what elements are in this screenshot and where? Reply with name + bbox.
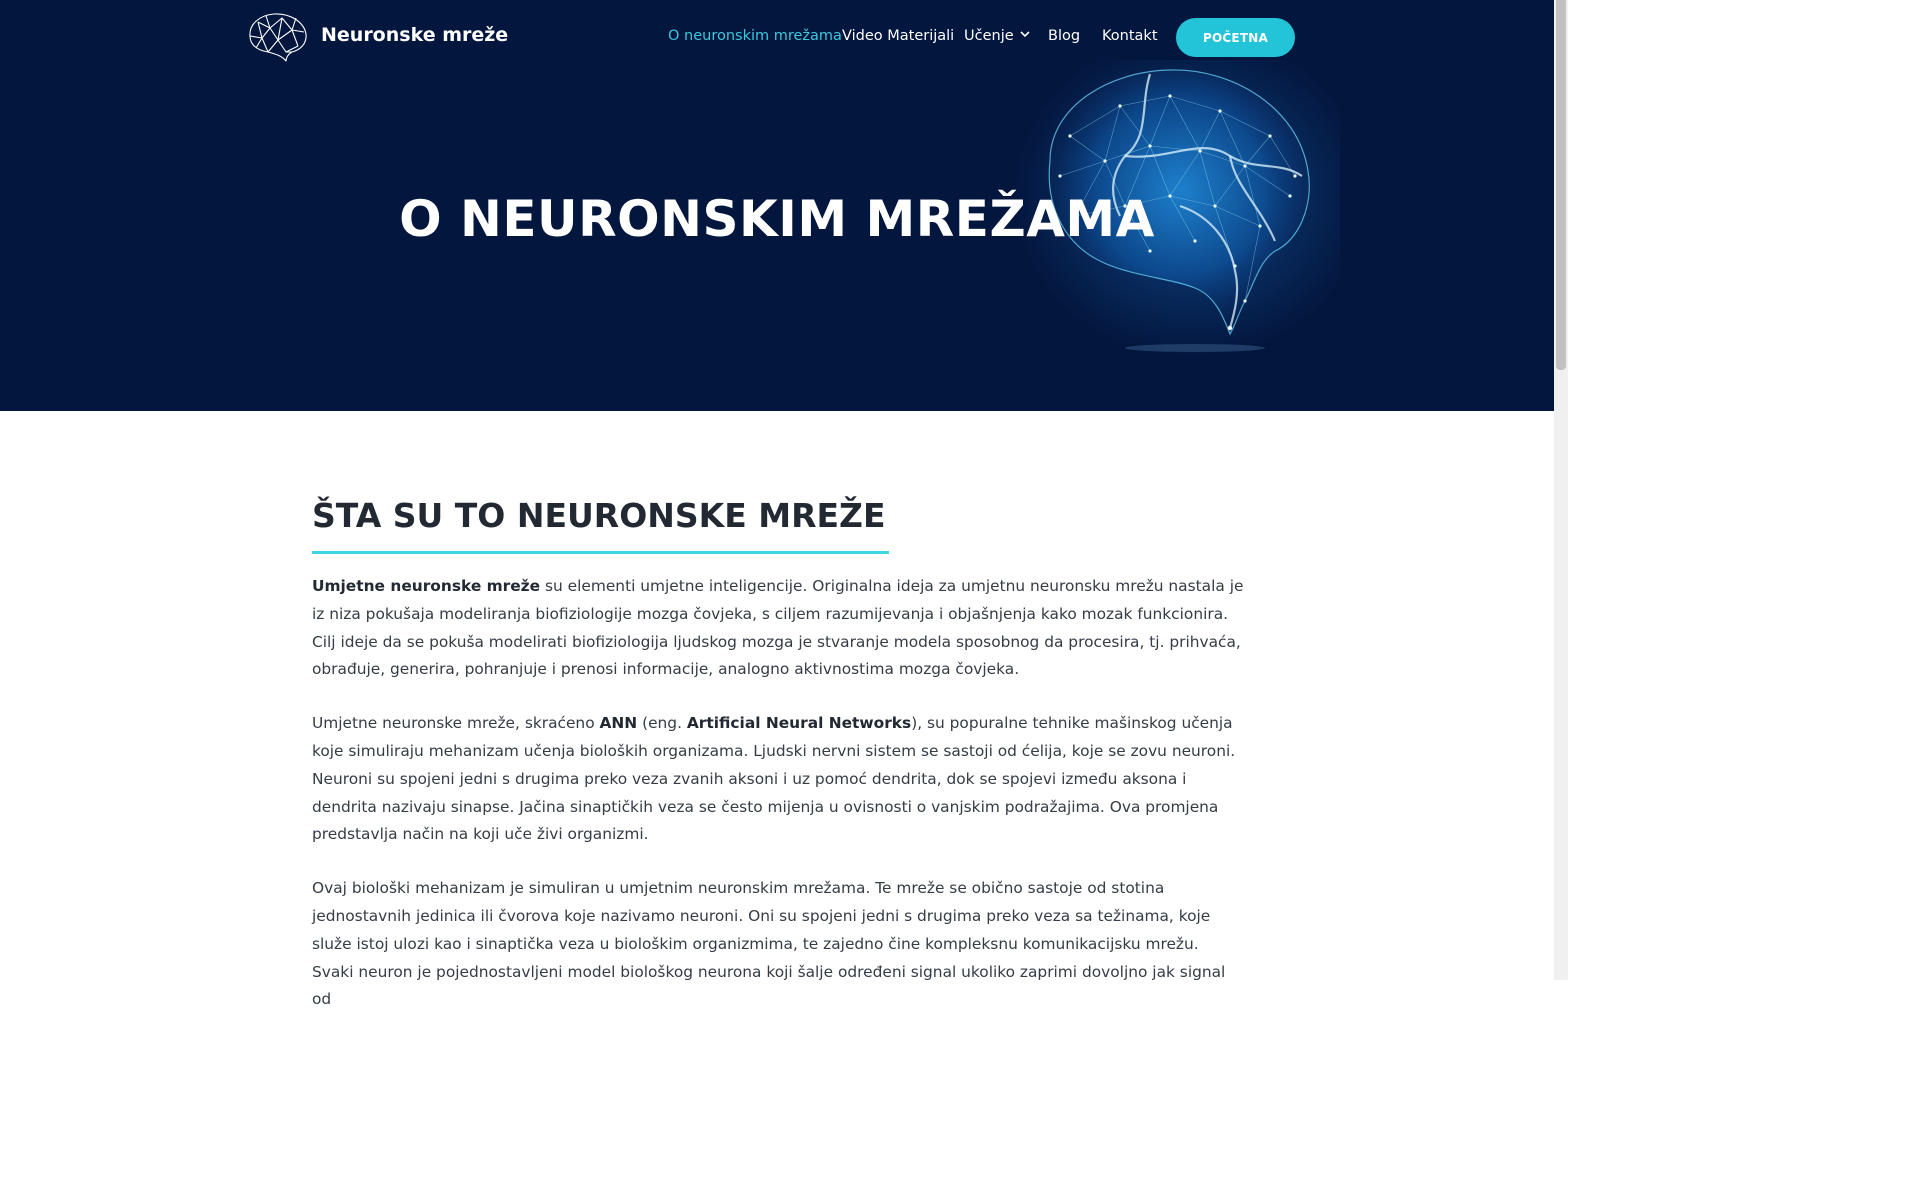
- paragraph-intro-bold: Umjetne neuronske mreže: [312, 577, 541, 595]
- site-header: Neuronske mreže O neuronskim mrežama Vid…: [0, 0, 1554, 76]
- title-underline: [312, 551, 889, 554]
- paragraph-ann-text-3: ), su popuralne tehnike mašinskog učenja…: [312, 714, 1236, 844]
- paragraph-intro: Umjetne neuronske mreže su elementi umje…: [312, 573, 1244, 684]
- nav-item-blog[interactable]: Blog: [1048, 28, 1080, 44]
- hero-title: O NEURONSKIM MREŽAMA: [399, 190, 1155, 248]
- main-content: ŠTA SU TO NEURONSKE MREŽE Umjetne neuron…: [312, 496, 1244, 1014]
- nav-item-ucenje-label: Učenje: [964, 28, 1014, 44]
- paragraph-ann-bold-ann: ANN: [599, 714, 638, 733]
- paragraph-ann-bold-english: Artificial Neural Networks: [686, 714, 912, 733]
- main-nav: O neuronskim mrežama Video Materijali Uč…: [0, 28, 1554, 50]
- paragraph-ann-text-1: Umjetne neuronske mreže, skraćeno: [312, 714, 600, 733]
- chevron-down-icon: [1020, 31, 1030, 38]
- paragraph-biological: Ovaj biološki mehanizam je simuliran u u…: [312, 879, 1226, 1009]
- nav-item-video-materijali[interactable]: Video Materijali: [842, 28, 954, 44]
- paragraph-ann-text-2: (eng.: [637, 714, 687, 733]
- paragraph-ann: Umjetne neuronske mreže, skraćeno ANN (e…: [312, 710, 1244, 849]
- nav-item-kontakt[interactable]: Kontakt: [1102, 28, 1158, 44]
- nav-item-ucenje[interactable]: Učenje: [964, 28, 1030, 44]
- section-title: ŠTA SU TO NEURONSKE MREŽE: [312, 496, 886, 535]
- nav-item-o-neuronskim-mrezama[interactable]: O neuronskim mrežama: [668, 28, 842, 44]
- scrollbar-thumb[interactable]: [1556, 0, 1566, 370]
- pocetna-button[interactable]: POČETNA: [1176, 18, 1295, 57]
